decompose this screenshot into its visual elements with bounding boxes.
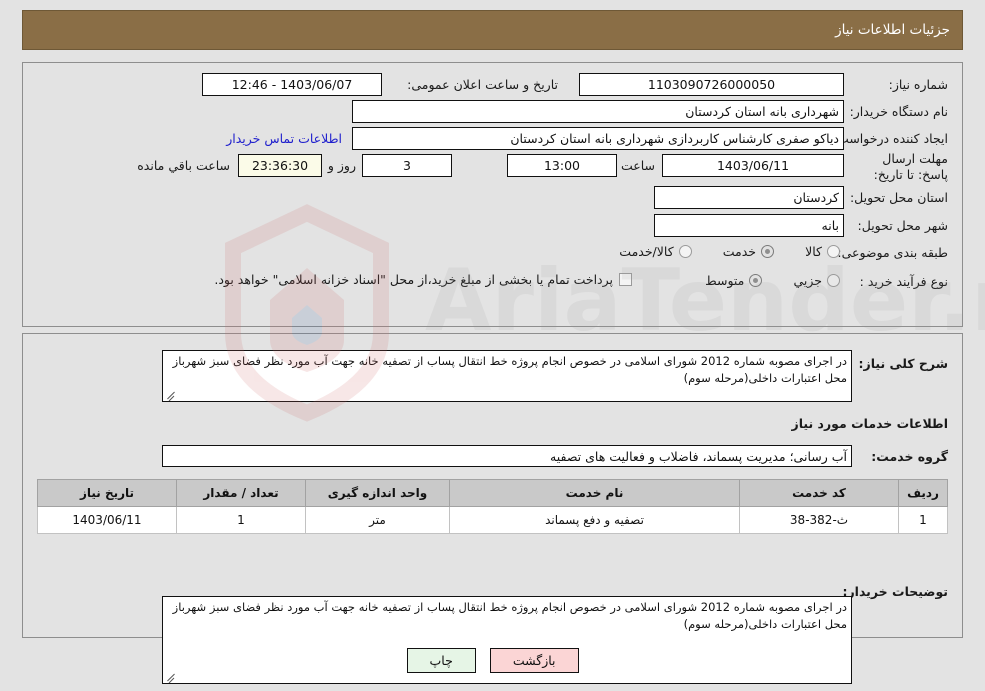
category-option-label: خدمت	[722, 243, 757, 259]
process-radio-group: جزیي متوسط	[679, 272, 840, 291]
page-header: جزئیات اطلاعات نیاز	[22, 10, 963, 50]
table-row: 1 ث-382-38 تصفیه و دفع پسماند متر 1 1403…	[37, 506, 948, 534]
buyer-org-value: شهرداری بانه استان کردستان	[352, 100, 844, 123]
col-qty: تعداد / مقدار	[176, 479, 306, 507]
radio-icon[interactable]	[827, 245, 840, 258]
col-radif: ردیف	[898, 479, 948, 507]
page-root: AriaTender.net جزئیات اطلاعات نیاز شماره…	[0, 0, 985, 691]
buyer-org-label: نام دستگاه خریدار:	[849, 104, 948, 119]
cell-code: ث-382-38	[739, 506, 899, 534]
category-option-label: کالا	[805, 243, 822, 259]
resize-grip-icon[interactable]	[165, 388, 177, 400]
delivery-city-label: شهر محل تحویل:	[857, 218, 948, 233]
back-button[interactable]: بازگشت	[489, 648, 579, 673]
category-option-label: کالا/خدمت	[619, 243, 674, 259]
deadline-hour-label: ساعت	[620, 158, 655, 173]
remaining-days-label: روز و	[327, 158, 356, 173]
buyer-contact-link[interactable]: اطلاعات تماس خریدار	[226, 131, 342, 146]
category-label: طبقه بندی موضوعی:	[837, 245, 948, 260]
deadline-time-value: 13:00	[507, 154, 617, 177]
cell-qty: 1	[176, 506, 306, 534]
category-option-khedmat[interactable]: خدمت	[722, 243, 775, 260]
table-header-row: ردیف کد خدمت نام خدمت واحد اندازه گیری ت…	[37, 479, 948, 507]
summary-textarea[interactable]: در اجرای مصوبه شماره 2012 شورای اسلامی د…	[162, 350, 852, 402]
need-number-label: شماره نیاز:	[888, 77, 948, 92]
countdown-label: ساعت باقي مانده	[137, 158, 230, 173]
col-date: تاریخ نیاز	[37, 479, 177, 507]
page-title: جزئیات اطلاعات نیاز	[835, 22, 950, 38]
cell-radif: 1	[898, 506, 948, 534]
announce-datetime-value: 1403/06/07 - 12:46	[202, 73, 382, 96]
treasury-bond-checkbox-row[interactable]: پرداخت تمام یا بخشی از مبلغ خرید،از محل …	[214, 272, 632, 288]
deadline-label: مهلت ارسال پاسخ: تا تاریخ:	[873, 151, 948, 182]
category-radio-group: کالا خدمت کالا/خدمت	[593, 243, 840, 262]
service-group-label: گروه خدمت:	[871, 449, 948, 464]
print-button[interactable]: چاپ	[406, 648, 476, 673]
cell-date: 1403/06/11	[37, 506, 177, 534]
need-info-panel: شماره نیاز: 1103090726000050 تاریخ و ساع…	[22, 62, 963, 327]
need-number-value: 1103090726000050	[579, 73, 844, 96]
category-option-kala-khedmat[interactable]: کالا/خدمت	[619, 243, 692, 260]
delivery-province-value: کردستان	[654, 186, 844, 209]
need-details-panel: شرح کلی نیاز: در اجرای مصوبه شماره 2012 …	[22, 333, 963, 684]
summary-label: شرح کلی نیاز:	[858, 356, 948, 371]
buyer-notes-text: در اجرای مصوبه شماره 2012 شورای اسلامی د…	[172, 600, 847, 631]
services-table-wrapper: ردیف کد خدمت نام خدمت واحد اندازه گیری ت…	[37, 479, 948, 534]
category-option-kala[interactable]: کالا	[805, 244, 840, 260]
col-unit: واحد اندازه گیری	[305, 479, 450, 507]
treasury-bond-label: پرداخت تمام یا بخشی از مبلغ خرید،از محل …	[214, 272, 613, 287]
requester-value: دیاکو صفری کارشناس کاربردازی شهرداری بان…	[352, 127, 844, 150]
col-name: نام خدمت	[449, 479, 740, 507]
process-type-label: نوع فرآیند خرید :	[859, 274, 948, 289]
remaining-days-value: 3	[362, 154, 452, 177]
cell-name: تصفیه و دفع پسماند	[449, 506, 740, 534]
deadline-date-value: 1403/06/11	[662, 154, 844, 177]
delivery-province-label: استان محل تحویل:	[849, 190, 948, 205]
process-option-label: جزیي	[793, 272, 822, 288]
process-option-jozyi[interactable]: جزیي	[793, 273, 840, 289]
cell-unit: متر	[305, 506, 450, 534]
requester-label: ایجاد کننده درخواست:	[832, 131, 948, 146]
footer-button-row: بازگشت چاپ	[0, 648, 985, 673]
radio-icon[interactable]	[749, 274, 763, 287]
summary-text: در اجرای مصوبه شماره 2012 شورای اسلامی د…	[172, 354, 847, 385]
checkbox-icon[interactable]	[619, 273, 632, 287]
radio-icon[interactable]	[827, 274, 840, 287]
process-option-motevaset[interactable]: متوسط	[705, 272, 763, 289]
services-table: ردیف کد خدمت نام خدمت واحد اندازه گیری ت…	[37, 479, 948, 534]
services-heading: اطلاعات خدمات مورد نیاز	[791, 416, 949, 431]
buyer-notes-label: توضیحات خریدار:	[842, 584, 948, 599]
delivery-city-value: بانه	[654, 214, 844, 237]
radio-icon[interactable]	[761, 245, 775, 258]
process-option-label: متوسط	[705, 272, 745, 288]
col-code: کد خدمت	[739, 479, 899, 507]
countdown-value: 23:36:30	[238, 154, 322, 177]
radio-icon[interactable]	[678, 245, 692, 258]
service-group-value: آب رسانی؛ مدیریت پسماند، فاضلاب و فعالیت…	[162, 445, 852, 467]
announce-datetime-label: تاریخ و ساعت اعلان عمومی:	[407, 77, 558, 92]
